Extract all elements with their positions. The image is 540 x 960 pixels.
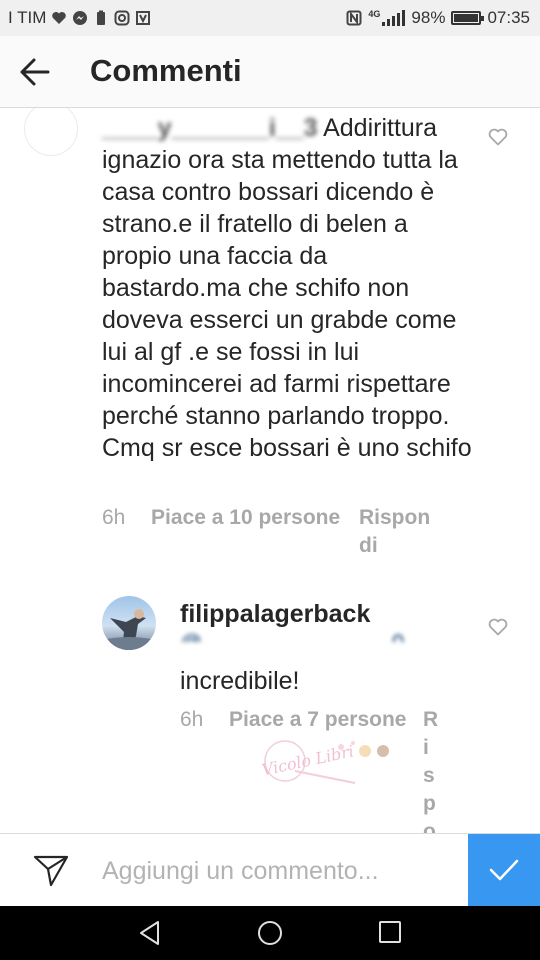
- avatar[interactable]: [24, 108, 78, 156]
- avatar[interactable]: [102, 596, 156, 650]
- system-nav-bar: [0, 906, 540, 960]
- clock: 07:35: [487, 8, 530, 27]
- likes-count[interactable]: Piace a 10 persone: [151, 506, 340, 529]
- heart-icon[interactable]: [488, 618, 508, 636]
- reply-char: R: [423, 708, 439, 731]
- watermark-logo: Vicolo Libri: [255, 733, 405, 793]
- header: Commenti: [0, 36, 540, 108]
- reply-label-line2: di: [359, 534, 378, 557]
- comment-mention[interactable]: @_______________ 0_: [180, 632, 416, 642]
- battery-icon: [451, 11, 485, 25]
- status-left: I TIM: [8, 8, 151, 28]
- comments-list[interactable]: ____y_______i__3 Addirittura ignazio ora…: [0, 108, 540, 833]
- battery-notification-icon: [97, 10, 106, 25]
- carrier-label: I TIM: [8, 8, 47, 27]
- battery-percent: 98%: [411, 8, 446, 27]
- heart-icon[interactable]: [488, 128, 508, 146]
- comment-input-bar: [0, 833, 540, 907]
- home-nav-icon[interactable]: [257, 920, 283, 946]
- comment-username[interactable]: filippalagerback: [180, 600, 370, 629]
- reply-button[interactable]: Rispon di: [359, 504, 430, 560]
- direct-send-icon[interactable]: [33, 854, 69, 888]
- comment-meta: 6h Piace a 10 persone: [102, 504, 340, 532]
- avatar-photo: [102, 609, 156, 650]
- network-type-label: 4G: [368, 9, 381, 19]
- health-icon: [52, 12, 67, 24]
- messenger-icon: [73, 11, 88, 25]
- checkmark-icon: [489, 859, 519, 881]
- status-bar: I TIM 4G 98% 07:35: [0, 0, 540, 36]
- reply-button[interactable]: R i s p o: [423, 706, 438, 833]
- page-title: Commenti: [90, 53, 242, 88]
- reply-char: s: [423, 764, 435, 787]
- comment-username[interactable]: ____y_______i__3: [102, 114, 318, 142]
- reply-char: p: [423, 792, 436, 815]
- likes-count[interactable]: Piace a 7 persone: [229, 708, 406, 731]
- post-comment-button[interactable]: [468, 834, 540, 907]
- nfc-icon: [346, 10, 362, 26]
- app-notification-icon: [136, 11, 151, 25]
- reply-char: o: [423, 820, 436, 833]
- recents-nav-icon[interactable]: [378, 920, 402, 944]
- comment-text: incredibile!: [180, 667, 300, 695]
- reply-label-line1: Rispon: [359, 506, 431, 529]
- signal-icon: [382, 10, 406, 26]
- comment-text: Addirittura ignazio ora sta mettendo tut…: [102, 114, 472, 462]
- comment-time: 6h: [180, 708, 204, 731]
- back-nav-icon[interactable]: [138, 920, 162, 946]
- status-right: 4G 98% 07:35: [346, 8, 530, 28]
- comment-meta: 6h Piace a 7 persone: [180, 706, 406, 734]
- arrow-left-icon[interactable]: [18, 56, 52, 88]
- comment-body: ____y_______i__3 Addirittura ignazio ora…: [102, 112, 472, 464]
- instagram-icon: [114, 10, 130, 26]
- comment-time: 6h: [102, 506, 126, 529]
- reply-char: i: [423, 736, 429, 759]
- comment-input[interactable]: [102, 852, 452, 890]
